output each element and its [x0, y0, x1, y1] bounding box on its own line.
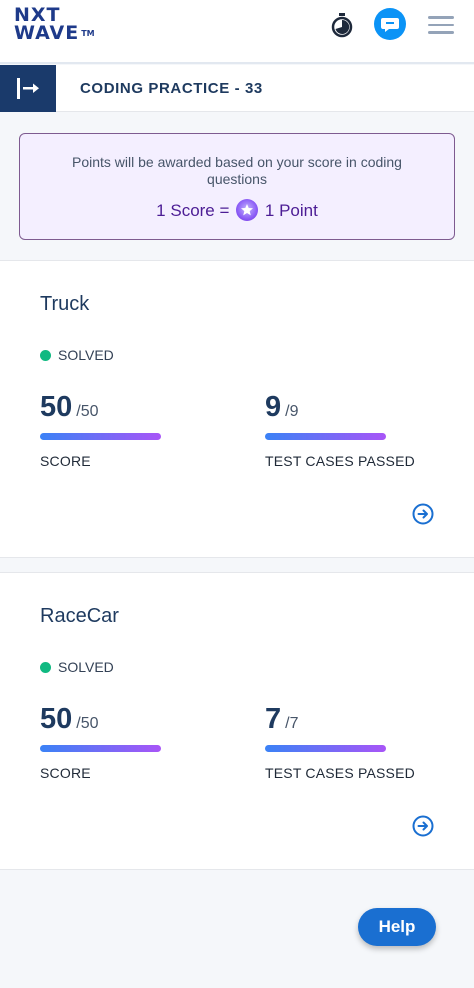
- test-cases-value: 9/9: [265, 391, 299, 423]
- score-point-rule: 1 Score = 1 Point: [20, 199, 454, 221]
- test-cases-label: TEST CASES PASSED: [265, 453, 415, 469]
- problem-title[interactable]: RaceCar: [40, 605, 119, 628]
- test-cases-value: 7/7: [265, 703, 299, 735]
- rule-left-text: 1 Score =: [156, 201, 230, 220]
- problem-card-truck[interactable]: Truck SOLVED 50/50 SCORE 9/9 TEST CASES …: [0, 260, 474, 558]
- score-label: SCORE: [40, 453, 91, 469]
- logo-line-2: WAVE: [14, 22, 80, 44]
- problem-title[interactable]: Truck: [40, 293, 89, 316]
- page-title: CODING PRACTICE - 33: [80, 80, 263, 97]
- score-progress-bar: [40, 433, 161, 440]
- sidebar-toggle-button[interactable]: [0, 65, 56, 112]
- star-coin-icon: [236, 199, 259, 221]
- score-label: SCORE: [40, 765, 91, 781]
- problem-card-racecar[interactable]: RaceCar SOLVED 50/50 SCORE 7/7 TEST CASE…: [0, 572, 474, 870]
- nxtwave-logo[interactable]: NXT WAVE TM: [14, 6, 95, 43]
- arrow-right-circle-icon[interactable]: [412, 815, 434, 837]
- chat-icon[interactable]: [374, 8, 406, 40]
- stopwatch-icon[interactable]: [330, 12, 354, 38]
- notice-message: Points will be awarded based on your sco…: [72, 154, 402, 187]
- logo-trademark: TM: [81, 29, 95, 38]
- hamburger-menu-icon[interactable]: [428, 16, 454, 36]
- status-text: SOLVED: [58, 347, 114, 363]
- points-notice-banner: Points will be awarded based on your sco…: [19, 133, 455, 240]
- practice-header: CODING PRACTICE - 33: [0, 65, 474, 112]
- solved-dot-icon: [40, 350, 51, 361]
- score-value: 50/50: [40, 703, 99, 735]
- status-badge: SOLVED: [40, 659, 114, 675]
- score-progress-bar: [40, 745, 161, 752]
- test-cases-progress-bar: [265, 433, 386, 440]
- status-badge: SOLVED: [40, 347, 114, 363]
- score-value: 50/50: [40, 391, 99, 423]
- solved-dot-icon: [40, 662, 51, 673]
- arrow-right-circle-icon[interactable]: [412, 503, 434, 525]
- rule-right-text: 1 Point: [264, 201, 318, 220]
- status-text: SOLVED: [58, 659, 114, 675]
- top-navbar: NXT WAVE TM: [0, 0, 474, 64]
- test-cases-progress-bar: [265, 745, 386, 752]
- help-button[interactable]: Help: [358, 908, 436, 946]
- test-cases-label: TEST CASES PASSED: [265, 765, 415, 781]
